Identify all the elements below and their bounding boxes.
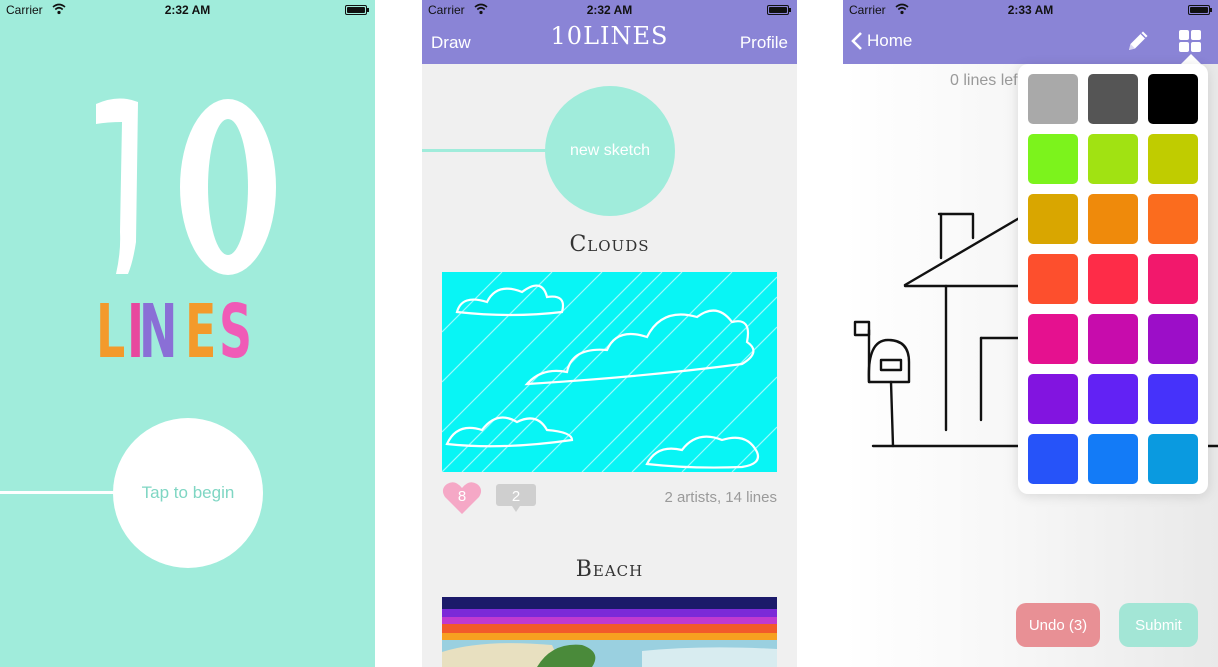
color-palette-popover: [1018, 64, 1208, 494]
clouds-sketch-image[interactable]: [442, 272, 777, 472]
color-swatch[interactable]: [1088, 434, 1138, 484]
clock: 2:32 AM: [164, 3, 211, 17]
color-swatch[interactable]: [1028, 434, 1078, 484]
card-title: Clouds: [569, 232, 650, 257]
status-bar: Carrier 2:33 AM: [843, 0, 1218, 20]
color-swatch[interactable]: [1148, 314, 1198, 364]
battery-icon: [1188, 5, 1212, 15]
submit-button[interactable]: Submit: [1119, 603, 1198, 647]
clock: 2:33 AM: [1007, 3, 1054, 17]
comment-count: 2: [511, 488, 521, 505]
color-swatch[interactable]: [1148, 434, 1198, 484]
home-back-label: Home: [867, 31, 913, 50]
battery-icon: [345, 5, 369, 15]
like-count: 8: [457, 488, 467, 505]
new-sketch-connector-line: [422, 149, 552, 152]
feed-screen: Carrier 2:32 AM Draw 10LINES Profile new…: [422, 0, 797, 667]
splash-screen: Carrier 2:32 AM LINES Tap to begin: [0, 0, 375, 667]
color-swatch[interactable]: [1028, 374, 1078, 424]
card-meta: 2 artists, 14 lines: [664, 489, 777, 506]
status-bar: Carrier 2:32 AM: [0, 0, 375, 20]
profile-nav-button[interactable]: Profile: [740, 33, 788, 53]
nav-bar: Carrier 2:32 AM Draw 10LINES Profile: [422, 0, 797, 64]
pencil-icon[interactable]: [1125, 28, 1151, 54]
logo-letter: S: [219, 289, 254, 375]
chevron-left-icon: [851, 32, 862, 50]
tap-to-begin-label: Tap to begin: [141, 483, 235, 502]
lines-left-counter: 0 lines left: [950, 72, 1023, 89]
color-swatch[interactable]: [1028, 194, 1078, 244]
color-swatch[interactable]: [1028, 134, 1078, 184]
color-swatch[interactable]: [1148, 374, 1198, 424]
color-swatch[interactable]: [1088, 74, 1138, 124]
draw-screen: Carrier 2:33 AM Home 0 lines left Undo (…: [843, 0, 1218, 667]
beach-sketch-image[interactable]: [442, 597, 777, 667]
begin-connector-line: [0, 491, 120, 494]
color-swatch[interactable]: [1028, 254, 1078, 304]
logo-10-mark: [96, 98, 276, 275]
new-sketch-button[interactable]: new sketch: [545, 86, 675, 216]
color-swatch[interactable]: [1088, 374, 1138, 424]
undo-button[interactable]: Undo (3): [1016, 603, 1100, 647]
logo-lines-word: LINES: [96, 292, 257, 372]
color-swatch[interactable]: [1028, 74, 1078, 124]
status-bar: Carrier 2:32 AM: [422, 0, 797, 20]
clock: 2:32 AM: [586, 3, 633, 17]
color-swatch[interactable]: [1088, 314, 1138, 364]
home-back-button[interactable]: Home: [851, 31, 912, 51]
tap-to-begin-button[interactable]: Tap to begin: [113, 418, 263, 568]
nav-bar: Carrier 2:33 AM Home: [843, 0, 1218, 64]
color-swatch[interactable]: [1088, 254, 1138, 304]
color-swatch[interactable]: [1148, 254, 1198, 304]
battery-icon: [767, 5, 791, 15]
color-swatch[interactable]: [1148, 194, 1198, 244]
color-swatch[interactable]: [1088, 134, 1138, 184]
new-sketch-label: new sketch: [569, 142, 651, 159]
logo-letter: E: [184, 289, 218, 375]
color-swatch[interactable]: [1028, 314, 1078, 364]
card-title: Beach: [575, 557, 644, 582]
logo-letter: L: [96, 289, 127, 375]
color-swatch[interactable]: [1088, 194, 1138, 244]
color-swatch[interactable]: [1148, 134, 1198, 184]
color-swatch[interactable]: [1148, 74, 1198, 124]
logo-letter: N: [138, 289, 179, 375]
grid-icon[interactable]: [1179, 30, 1201, 52]
